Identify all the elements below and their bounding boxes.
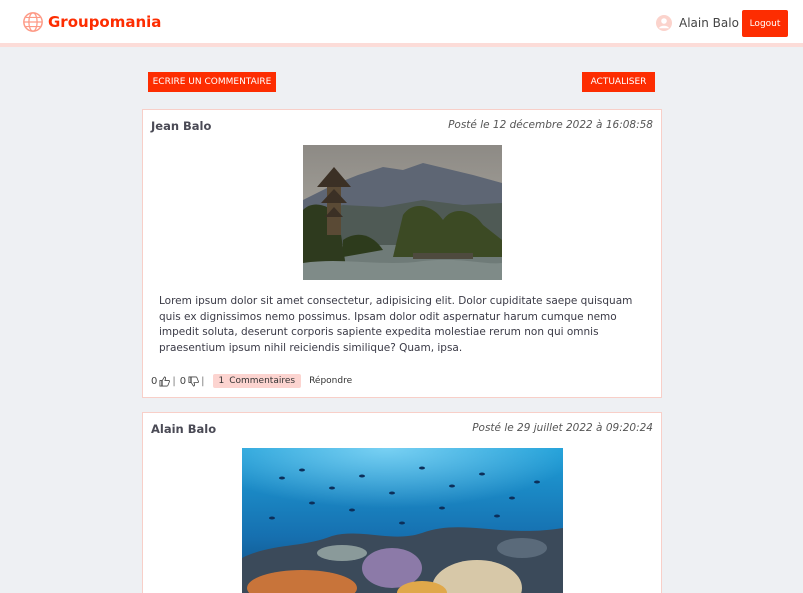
post-date: Posté le 12 décembre 2022 à 16:08:58 [448, 119, 653, 131]
user-menu[interactable]: Alain Balo [656, 15, 739, 31]
post-author: Alain Balo [151, 422, 217, 436]
brand-logo[interactable]: Groupomania [22, 11, 161, 33]
post-author: Jean Balo [151, 119, 212, 133]
write-comment-button[interactable]: ECRIRE UN COMMENTAIRE [148, 72, 276, 92]
globe-icon [23, 12, 43, 32]
post-image [303, 145, 502, 280]
thumbs-down-icon[interactable] [188, 376, 199, 387]
brand-name: Groupomania [48, 13, 162, 31]
dislike-count: 0 [179, 375, 187, 387]
separator: | [201, 375, 205, 387]
post-card: Alain Balo Posté le 29 juillet 2022 à 09… [142, 412, 662, 593]
reply-button[interactable]: Répondre [309, 376, 352, 386]
top-navbar: Groupomania Alain Balo Logout [0, 0, 803, 47]
logout-button[interactable]: Logout [742, 10, 788, 37]
user-avatar-icon [656, 15, 672, 31]
user-name: Alain Balo [679, 16, 739, 30]
post-date: Posté le 29 juillet 2022 à 09:20:24 [472, 422, 653, 434]
thumbs-up-icon[interactable] [159, 376, 171, 387]
refresh-button[interactable]: ACTUALISER [582, 72, 655, 92]
post-text: Lorem ipsum dolor sit amet consectetur, … [159, 295, 633, 354]
comments-label: Commentaires [229, 376, 296, 386]
post-image [242, 448, 563, 593]
post-card: Jean Balo Posté le 12 décembre 2022 à 16… [142, 109, 662, 398]
like-count: 0 [151, 375, 158, 387]
post-actions: 0 | 0 | 1 Commentaires Répondre [151, 374, 352, 388]
comments-count: 1 [218, 376, 225, 386]
comments-button[interactable]: 1 Commentaires [212, 374, 302, 388]
separator: | [172, 375, 176, 387]
